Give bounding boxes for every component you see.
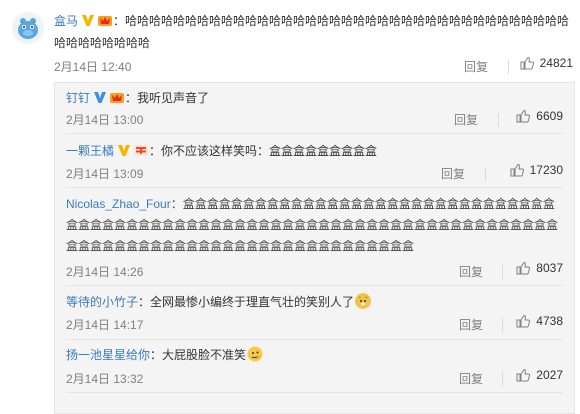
reply-button[interactable]: 回复 — [454, 111, 478, 128]
main-comment-text: 盒马 ：哈哈哈哈哈哈哈哈哈哈哈哈哈哈哈哈哈哈哈哈哈哈哈哈哈哈哈哈哈哈哈哈哈哈哈哈哈… — [54, 10, 574, 54]
main-like-button[interactable]: 24821 — [520, 56, 573, 70]
like-button[interactable]: 17230 — [510, 163, 563, 177]
reply-username[interactable]: Nicolas_Zhao_Four — [66, 197, 171, 211]
reply-item: 钉钉 ：我听见声音了 — [66, 87, 563, 109]
main-comment-username[interactable]: 盒马 — [54, 14, 78, 28]
meta-separator — [502, 318, 503, 332]
like-count: 8037 — [536, 261, 563, 275]
thumbs-up-icon — [516, 109, 531, 123]
reply-username[interactable]: 等待的小竹子 — [66, 295, 138, 309]
reply-meta: 2月14日 13:00 回复 6609 — [66, 109, 563, 129]
thumbs-up-icon — [516, 261, 531, 275]
reply-button[interactable]: 回复 — [459, 263, 483, 280]
main-comment-content: ：哈哈哈哈哈哈哈哈哈哈哈哈哈哈哈哈哈哈哈哈哈哈哈哈哈哈哈哈哈哈哈哈哈哈哈哈哈哈哈… — [54, 14, 570, 50]
reply-content: ：我听见声音了 — [125, 91, 210, 105]
reply-content: ：全网最惨小编终于理直气壮的笑别人了 — [138, 295, 355, 309]
thumbs-up-icon — [516, 368, 531, 382]
divider — [66, 392, 563, 393]
verified-v-icon — [118, 145, 131, 156]
reply-username[interactable]: 一颗王橘 — [66, 144, 114, 158]
reply-meta: 2月14日 13:32 回复 2027 — [66, 368, 563, 388]
avatar[interactable] — [12, 12, 44, 44]
reply-content: ：大屁股脸不准笑 — [150, 348, 247, 362]
main-comment-date: 2月14日 12:40 — [54, 60, 132, 74]
reply-meta: 2月14日 13:09 回复 17230 — [66, 163, 563, 183]
divider — [66, 187, 563, 188]
member-crown-icon[interactable] — [109, 90, 125, 104]
divider — [66, 339, 563, 340]
like-button[interactable]: 4738 — [516, 314, 563, 328]
reply-date: 2月14日 14:26 — [66, 265, 144, 279]
reply-date: 2月14日 13:09 — [66, 167, 144, 181]
like-button[interactable]: 8037 — [516, 261, 563, 275]
main-like-count: 24821 — [539, 56, 573, 70]
main-reply-button[interactable]: 回复 — [464, 58, 488, 75]
reply-item: 等待的小竹子：全网最惨小编终于理直气壮的笑别人了 — [66, 291, 563, 313]
meta-separator — [485, 167, 486, 181]
reply-username[interactable]: 扬一池星星给你 — [66, 348, 150, 362]
thumbs-up-icon — [510, 163, 524, 177]
reply-meta: 2月14日 14:17 回复 4738 — [66, 314, 563, 334]
main-comment-meta: 2月14日 12:40 回复 24821 — [54, 56, 573, 76]
reply-date: 2月14日 13:32 — [66, 372, 144, 386]
reply-button[interactable]: 回复 — [441, 165, 465, 182]
member-badge-icon[interactable] — [133, 143, 149, 157]
thumbs-up-icon — [520, 56, 534, 70]
reply-content: ：你不应该这样笑吗：盒盒盒盒盒盒盒盒盒 — [149, 144, 378, 158]
meta-separator — [502, 372, 503, 386]
thumbs-up-icon — [516, 314, 531, 328]
like-count: 17230 — [529, 163, 563, 177]
reply-item: 一颗王橘 ：你不应该这样笑吗：盒盒盒盒盒盒盒盒盒 — [66, 140, 563, 162]
meta-separator — [508, 60, 509, 74]
like-button[interactable]: 6609 — [516, 109, 563, 123]
meta-separator — [502, 265, 503, 279]
thinking-emoji-icon — [247, 346, 263, 362]
reply-date: 2月14日 14:17 — [66, 318, 144, 332]
hippo-avatar-icon — [12, 12, 44, 44]
meta-separator — [498, 113, 499, 127]
reply-username[interactable]: 钉钉 — [66, 91, 90, 105]
reply-meta: 2月14日 14:26 回复 8037 — [66, 261, 563, 281]
divider — [66, 285, 563, 286]
reply-date: 2月14日 13:00 — [66, 113, 144, 127]
reply-item: 扬一池星星给你：大屁股脸不准笑 — [66, 344, 563, 366]
reply-item: Nicolas_Zhao_Four：盒盒盒盒盒盒盒盒盒盒盒盒盒盒盒盒盒盒盒盒盒盒… — [66, 194, 563, 257]
like-button[interactable]: 2027 — [516, 368, 563, 382]
reply-button[interactable]: 回复 — [459, 316, 483, 333]
reply-button[interactable]: 回复 — [459, 370, 483, 387]
main-comment: 盒马 ：哈哈哈哈哈哈哈哈哈哈哈哈哈哈哈哈哈哈哈哈哈哈哈哈哈哈哈哈哈哈哈哈哈哈哈哈哈… — [54, 10, 574, 54]
reply-list: 钉钉 ：我听见声音了 2月14日 13:00 回复 6609 一颗王橘 ：你不应该这… — [54, 82, 575, 414]
like-count: 4738 — [536, 314, 563, 328]
member-crown-icon[interactable] — [97, 13, 113, 27]
like-count: 6609 — [536, 109, 563, 123]
doge-emoji-icon — [355, 293, 372, 309]
like-count: 2027 — [536, 368, 563, 382]
verified-v-icon — [82, 15, 95, 26]
divider — [66, 133, 563, 134]
verified-v-icon — [94, 92, 107, 103]
